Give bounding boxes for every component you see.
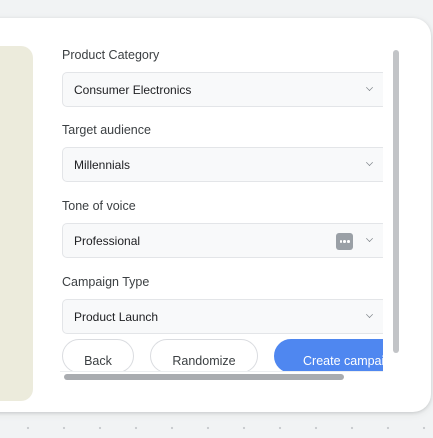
chevron-down-icon: [366, 159, 373, 166]
campaign-type-select[interactable]: Product Launch: [62, 299, 383, 334]
target-audience-select[interactable]: Millennials: [62, 147, 383, 182]
chevron-down-icon: [366, 84, 373, 91]
create-campaign-button[interactable]: Create campaign: [274, 339, 383, 373]
campaign-type-value: Product Launch: [74, 310, 159, 324]
product-category-select[interactable]: Consumer Electronics: [62, 72, 383, 107]
target-audience-value: Millennials: [74, 158, 131, 172]
product-category-label: Product Category: [62, 48, 160, 62]
campaign-card: Product Category Consumer Electronics Ta…: [0, 18, 431, 412]
randomize-button[interactable]: Randomize: [150, 339, 258, 373]
more-horiz-icon[interactable]: [336, 233, 353, 250]
campaign-type-label: Campaign Type: [62, 275, 150, 289]
tone-of-voice-label: Tone of voice: [62, 199, 136, 213]
back-button[interactable]: Back: [62, 339, 134, 373]
preview-pane: [0, 46, 33, 401]
tone-of-voice-value: Professional: [74, 234, 141, 248]
horizontal-scrollbar[interactable]: [64, 374, 344, 380]
tone-of-voice-select[interactable]: Professional: [62, 223, 383, 258]
form-scroll-area[interactable]: Product Category Consumer Electronics Ta…: [60, 46, 383, 401]
chevron-down-icon: [366, 311, 373, 318]
product-category-value: Consumer Electronics: [74, 83, 192, 97]
vertical-scrollbar[interactable]: [393, 50, 399, 353]
target-audience-label: Target audience: [62, 123, 151, 137]
chevron-down-icon: [366, 235, 373, 242]
